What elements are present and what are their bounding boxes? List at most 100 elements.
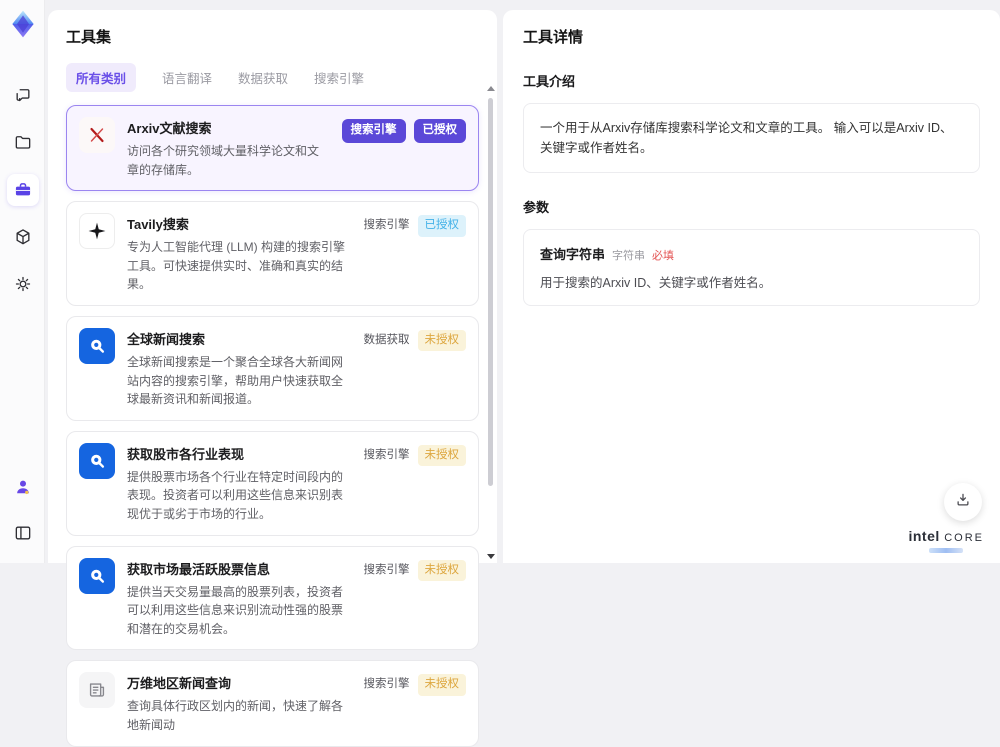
tools-panel: 工具集 所有类别 语言翻译 数据获取 搜索引擎 Arxiv文献搜索 访问各个研究… — [48, 10, 497, 747]
tool-badges: 搜索引擎 未授权 — [363, 672, 466, 734]
sidebar-item-files[interactable] — [7, 127, 39, 159]
tab-data-fetch[interactable]: 数据获取 — [238, 63, 288, 92]
tool-description: 查询具体行政区划内的新闻，快速了解各地新闻动 — [127, 699, 344, 732]
sidebar-rail — [0, 0, 45, 563]
tool-detail-panel: 工具详情 工具介绍 一个用于从Arxiv存储库搜索科学论文和文章的工具。 输入可… — [503, 10, 1000, 563]
param-name: 查询字符串 — [540, 247, 606, 262]
tool-badges: 数据获取 未授权 — [363, 328, 466, 409]
tab-all-categories[interactable]: 所有类别 — [66, 63, 137, 92]
tool-description: 专为人工智能代理 (LLM) 构建的搜索引擎工具。可快速提供实时、准确和真实的结… — [127, 240, 346, 292]
tool-badges: 搜索引擎 未授权 — [364, 558, 466, 639]
tool-list-scrollbar[interactable] — [486, 86, 495, 559]
intel-logo-accent-bar — [929, 548, 964, 553]
tool-description: 全球新闻搜索是一个聚合全球各大新闻网站内容的搜索引擎，帮助用户快速获取全球最新资… — [127, 354, 344, 407]
folder-icon — [13, 133, 33, 153]
scroll-down-icon[interactable] — [487, 554, 495, 559]
tool-info: 万维地区新闻查询 查询具体行政区划内的新闻，快速了解各地新闻动 — [127, 672, 352, 734]
cube-icon — [13, 227, 33, 247]
tool-card[interactable]: Tavily搜索 专为人工智能代理 (LLM) 构建的搜索引擎工具。可快速提供实… — [66, 201, 479, 306]
tool-info: Arxiv文献搜索 访问各个研究领域大量科学论文和文章的存储库。 — [127, 117, 330, 179]
param-box: 查询字符串 字符串 必填 用于搜索的Arxiv ID、关键字或作者姓名。 — [523, 229, 980, 306]
tool-icon — [79, 117, 115, 153]
tools-panel-title: 工具集 — [66, 29, 112, 46]
auth-status-badge: 未授权 — [417, 329, 466, 352]
tool-title: 万维地区新闻查询 — [127, 676, 232, 692]
category-badge: 搜索引擎 — [363, 219, 410, 232]
tab-language-translation[interactable]: 语言翻译 — [162, 63, 212, 92]
category-tabs: 所有类别 语言翻译 数据获取 搜索引擎 — [66, 63, 479, 92]
sidebar-item-settings[interactable] — [7, 268, 39, 300]
collapse-panel-icon — [13, 523, 33, 543]
user-icon — [13, 477, 33, 497]
tool-title: Tavily搜索 — [127, 217, 189, 233]
tool-list: Arxiv文献搜索 访问各个研究领域大量科学论文和文章的存储库。 搜索引擎 已授… — [66, 105, 479, 747]
sidebar-nav — [0, 80, 45, 300]
newspaper-icon — [89, 683, 105, 697]
auth-status-badge: 未授权 — [417, 444, 466, 467]
news-search-icon — [91, 569, 105, 583]
tool-card[interactable]: 全球新闻搜索 全球新闻搜索是一个聚合全球各大新闻网站内容的搜索引擎，帮助用户快速… — [66, 315, 479, 421]
scroll-up-icon[interactable] — [487, 86, 495, 91]
sidebar-item-collapse[interactable] — [7, 517, 39, 549]
tool-icon — [79, 327, 115, 364]
sidebar-item-user[interactable] — [7, 471, 39, 503]
params-section-title: 参数 — [523, 200, 550, 215]
tool-icon — [79, 442, 115, 479]
tool-description: 访问各个研究领域大量科学论文和文章的存储库。 — [127, 144, 320, 177]
sidebar-item-chat[interactable] — [7, 80, 39, 112]
download-button[interactable] — [944, 483, 982, 521]
arxiv-icon — [90, 127, 104, 143]
sidebar-item-tools[interactable] — [6, 174, 39, 206]
scrollbar-thumb[interactable] — [488, 98, 493, 486]
category-badge: 搜索引擎 — [341, 119, 406, 143]
tool-title: 获取市场最活跃股票信息 — [127, 561, 271, 577]
tool-card[interactable]: 获取市场最活跃股票信息 提供当天交易量最高的股票列表，投资者可以利用这些信息来识… — [66, 545, 479, 651]
tool-title: 获取股市各行业表现 — [127, 446, 245, 462]
chat-icon — [13, 86, 33, 106]
tool-description: 提供股票市场各个行业在特定时间段内的表现。投资者可以利用这些信息来识别表现优于或… — [127, 469, 344, 521]
param-header: 查询字符串 字符串 必填 — [540, 244, 963, 263]
tool-icon — [79, 213, 115, 250]
tool-icon — [79, 672, 115, 709]
category-badge: 数据获取 — [363, 333, 410, 346]
tool-info: 获取股市各行业表现 提供股票市场各个行业在特定时间段内的表现。投资者可以利用这些… — [127, 443, 352, 524]
toolbox-icon — [13, 180, 33, 200]
download-icon — [954, 491, 972, 514]
detail-panel-title: 工具详情 — [523, 29, 584, 46]
intro-section-title: 工具介绍 — [523, 74, 576, 89]
core-logo-text: CORE — [944, 532, 984, 544]
intro-box: 一个用于从Arxiv存储库搜索科学论文和文章的工具。 输入可以是Arxiv ID… — [523, 103, 980, 173]
tool-card[interactable]: 获取股市各行业表现 提供股票市场各个行业在特定时间段内的表现。投资者可以利用这些… — [66, 430, 479, 536]
news-search-icon — [91, 454, 105, 468]
tool-card[interactable]: Arxiv文献搜索 访问各个研究领域大量科学论文和文章的存储库。 搜索引擎 已授… — [66, 105, 479, 192]
auth-status-badge: 未授权 — [417, 674, 466, 696]
tab-search-engine[interactable]: 搜索引擎 — [314, 63, 364, 92]
tool-info: 全球新闻搜索 全球新闻搜索是一个聚合全球各大新闻网站内容的搜索引擎，帮助用户快速… — [127, 328, 352, 409]
sidebar-item-packages[interactable] — [7, 221, 39, 253]
tool-badges: 搜索引擎 未授权 — [363, 443, 466, 524]
tool-title: Arxiv文献搜索 — [127, 121, 212, 136]
auth-status-badge: 已授权 — [417, 215, 466, 237]
param-required-flag: 必填 — [652, 250, 675, 262]
tool-description: 提供当天交易量最高的股票列表，投资者可以利用这些信息来识别流动性强的股票和潜在的… — [127, 584, 344, 636]
param-description: 用于搜索的Arxiv ID、关键字或作者姓名。 — [540, 276, 772, 290]
sidebar-bottom — [0, 471, 45, 549]
auth-status-badge: 已授权 — [413, 119, 466, 143]
param-type: 字符串 — [612, 250, 646, 262]
news-search-icon — [91, 339, 105, 353]
logo-diamond-icon — [12, 10, 34, 38]
tool-info: 获取市场最活跃股票信息 提供当天交易量最高的股票列表，投资者可以利用这些信息来识… — [127, 558, 352, 639]
intro-text: 一个用于从Arxiv存储库搜索科学论文和文章的工具。 输入可以是Arxiv ID… — [540, 121, 953, 155]
tavily-sparkle-icon — [88, 222, 106, 240]
tool-info: Tavily搜索 专为人工智能代理 (LLM) 构建的搜索引擎工具。可快速提供实… — [127, 213, 352, 294]
tool-badges: 搜索引擎 已授权 — [341, 117, 466, 179]
tool-card[interactable]: 万维地区新闻查询 查询具体行政区划内的新闻，快速了解各地新闻动 搜索引擎 未授权 — [66, 660, 479, 747]
category-badge: 搜索引擎 — [363, 678, 410, 691]
tool-badges: 搜索引擎 已授权 — [363, 213, 466, 294]
settings-icon — [13, 274, 33, 294]
intel-core-logo: intel CORE — [908, 528, 984, 553]
category-badge: 搜索引擎 — [363, 448, 410, 461]
intel-logo-text: intel — [908, 528, 940, 544]
tool-title: 全球新闻搜索 — [127, 331, 206, 347]
app-logo — [7, 8, 39, 40]
